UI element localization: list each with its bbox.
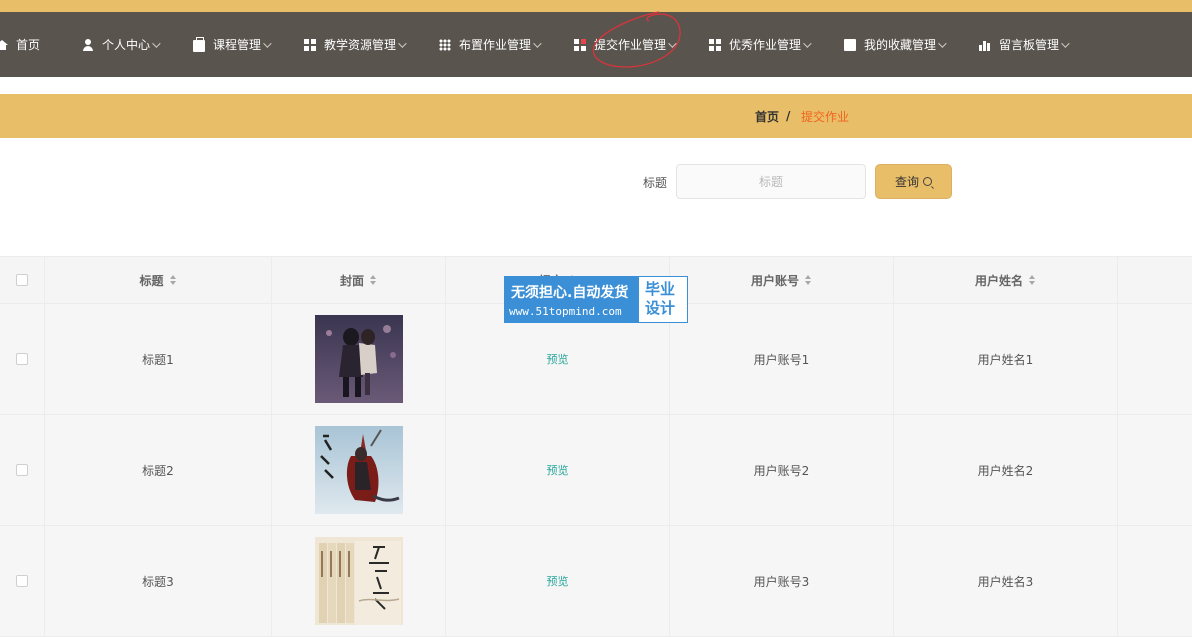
cell-user-name: 用户姓名1 (894, 304, 1118, 414)
grid-icon (709, 38, 721, 51)
nav-item-label: 首页 (16, 38, 41, 52)
cell-user-account: 用户账号1 (670, 304, 894, 414)
chevron-down-icon (533, 38, 542, 48)
preview-link[interactable]: 预览 (547, 351, 569, 367)
select-all-checkbox[interactable] (16, 274, 28, 286)
cell-title: 标题3 (45, 526, 272, 636)
cell-extra (1118, 304, 1192, 414)
watermark-overlay: 无须担心.自动发货 www.51topmind.com 毕业 设计 (504, 276, 688, 323)
cell-title: 标题2 (45, 415, 272, 525)
cell-extra (1118, 415, 1192, 525)
header-title[interactable]: 标题 (45, 257, 272, 303)
nav-item-submit-homework[interactable]: 提交作业管理 (574, 12, 677, 77)
search-icon (923, 177, 932, 186)
home-icon (0, 39, 8, 50)
nav-item-assign-homework[interactable]: 布置作业管理 (439, 12, 542, 77)
cell-extra (1118, 526, 1192, 636)
cell-cover (272, 526, 446, 636)
row-checkbox[interactable] (16, 464, 28, 476)
chevron-down-icon (263, 38, 272, 48)
title-search-input[interactable] (676, 164, 866, 199)
nav-item-label: 我的收藏管理 (864, 38, 937, 52)
top-accent-strip (0, 0, 1192, 12)
sort-icon[interactable] (370, 275, 377, 285)
row-select-cell (0, 304, 45, 414)
search-label: 标题 (643, 176, 668, 190)
sort-icon[interactable] (805, 275, 812, 285)
chevron-down-icon (398, 38, 407, 48)
cell-preview: 预览 (446, 526, 670, 636)
grid-icon (574, 38, 586, 51)
table-row: 标题3 预览 用户账号3 用户姓名3 (0, 526, 1192, 637)
header-user-name[interactable]: 用户姓名 (894, 257, 1118, 303)
chevron-down-icon (1061, 38, 1070, 48)
watermark-right-top: 毕业 (645, 280, 676, 298)
nav-item-message-board[interactable]: 留言板管理 (979, 12, 1070, 77)
watermark-right-panel: 毕业 设计 (645, 280, 685, 318)
header-select-cell (0, 257, 45, 303)
cover-image[interactable] (314, 537, 403, 625)
header-label: 封面 (339, 273, 364, 288)
nav-item-label: 课程管理 (213, 38, 262, 52)
main-nav: 首页 个人中心 课程管理 教学资源管理 布置作业管理 提交作业管理 优秀作业管理… (0, 12, 1192, 77)
preview-link[interactable]: 预览 (547, 462, 569, 478)
breadcrumb-separator: / (786, 109, 791, 123)
cell-user-account: 用户账号2 (670, 415, 894, 525)
cell-cover (272, 304, 446, 414)
cell-user-name: 用户姓名2 (894, 415, 1118, 525)
nav-item-home[interactable]: 首页 (0, 12, 40, 77)
chevron-down-icon (668, 38, 677, 48)
header-cover[interactable]: 封面 (272, 257, 446, 303)
nav-item-label: 个人中心 (102, 38, 151, 52)
cover-image[interactable] (314, 426, 403, 514)
header-label: 用户姓名 (974, 273, 1023, 288)
header-label: 用户账号 (750, 273, 799, 288)
query-button-label: 查询 (894, 175, 919, 189)
cell-preview: 预览 (446, 415, 670, 525)
bar-chart-icon (979, 38, 991, 51)
header-user-account[interactable]: 用户账号 (670, 257, 894, 303)
header-extra (1118, 257, 1192, 303)
row-checkbox[interactable] (16, 353, 28, 365)
user-icon (82, 38, 94, 51)
sort-icon[interactable] (169, 275, 177, 285)
nav-item-label: 布置作业管理 (459, 38, 532, 52)
sort-icon[interactable] (1029, 275, 1036, 285)
watermark-right-bottom: 设计 (645, 299, 676, 317)
nav-item-label: 提交作业管理 (594, 38, 667, 52)
watermark-url: www.51topmind.com (509, 305, 622, 318)
query-button[interactable]: 查询 (875, 164, 952, 199)
briefcase-icon (193, 37, 205, 52)
nav-item-excellent-homework[interactable]: 优秀作业管理 (709, 12, 812, 77)
nav-item-label: 留言板管理 (999, 38, 1060, 52)
clipboard-icon (844, 38, 856, 51)
row-select-cell (0, 526, 45, 636)
watermark-slogan: 无须担心.自动发货 (511, 285, 629, 301)
table-row: 标题2 预览 用户账号2 用户姓名2 (0, 415, 1192, 526)
grid-icon (304, 38, 316, 51)
nav-item-course-management[interactable]: 课程管理 (193, 12, 272, 77)
cover-image[interactable] (314, 315, 403, 403)
breadcrumb-bar: 首页 / 提交作业 (0, 94, 1192, 138)
dots-grid-icon (439, 38, 451, 51)
preview-link[interactable]: 预览 (547, 573, 569, 589)
cell-user-account: 用户账号3 (670, 526, 894, 636)
chevron-down-icon (152, 38, 161, 48)
row-select-cell (0, 415, 45, 525)
breadcrumb-home[interactable]: 首页 (755, 94, 779, 138)
chevron-down-icon (803, 38, 812, 48)
cell-title: 标题1 (45, 304, 272, 414)
row-checkbox[interactable] (16, 575, 28, 587)
breadcrumb-current: 提交作业 (801, 109, 850, 124)
nav-item-label: 优秀作业管理 (729, 38, 802, 52)
nav-item-label: 教学资源管理 (324, 38, 397, 52)
header-label: 标题 (139, 273, 164, 288)
watermark-left-panel: 无须担心.自动发货 www.51topmind.com (505, 277, 639, 322)
cell-cover (272, 415, 446, 525)
nav-item-teaching-resources[interactable]: 教学资源管理 (304, 12, 407, 77)
nav-item-my-favorites[interactable]: 我的收藏管理 (844, 12, 947, 77)
cell-user-name: 用户姓名3 (894, 526, 1118, 636)
nav-item-personal-center[interactable]: 个人中心 (82, 12, 161, 77)
chevron-down-icon (938, 38, 947, 48)
